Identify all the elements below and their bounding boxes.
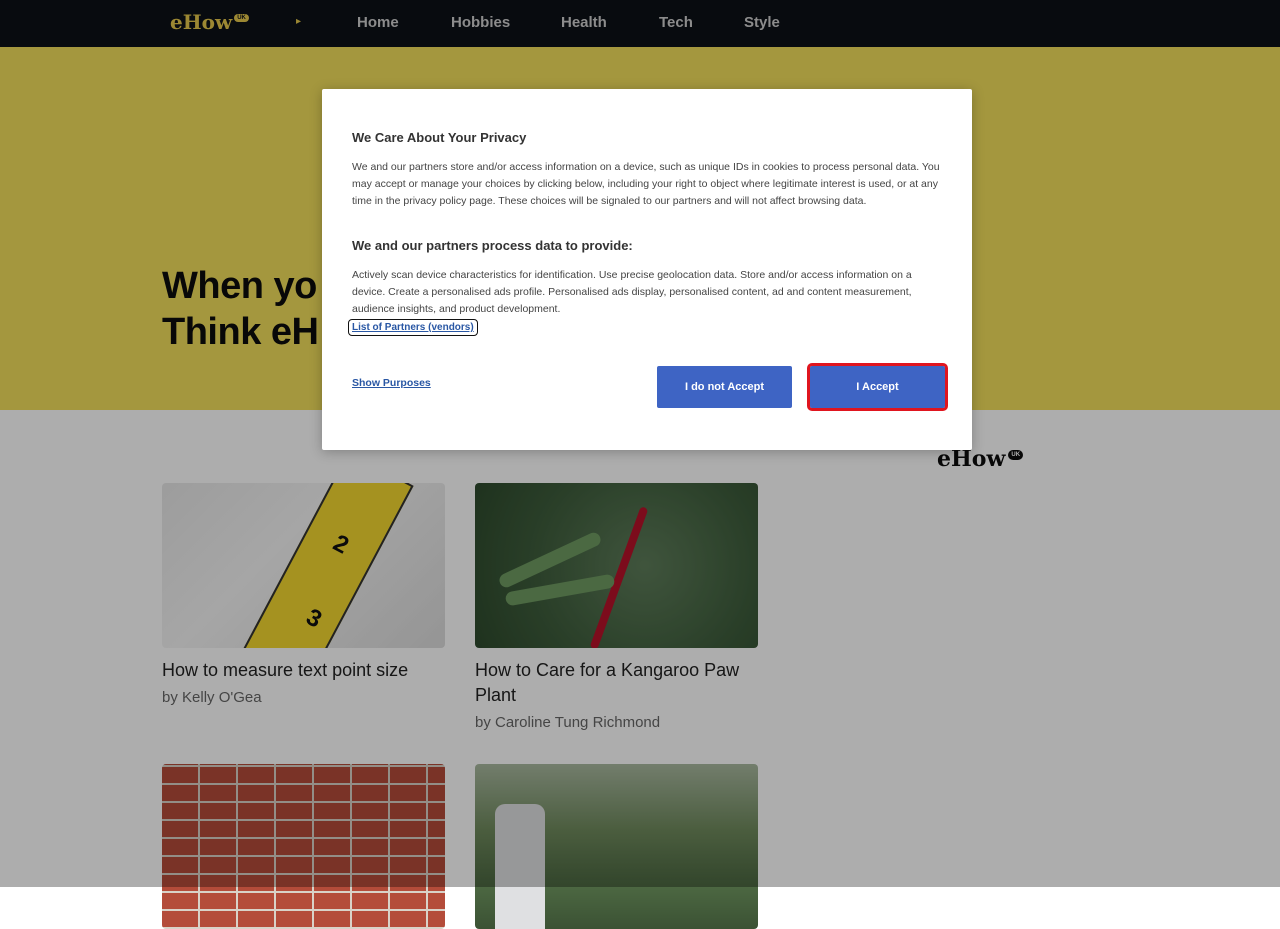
consent-heading: We Care About Your Privacy [352,130,527,145]
accept-button[interactable]: I Accept [807,363,948,411]
consent-body: We and our partners store and/or access … [352,161,940,207]
show-purposes-link[interactable]: Show Purposes [352,377,431,389]
partners-list-link[interactable]: List of Partners (vendors) [348,319,478,336]
privacy-consent-dialog: We Care About Your Privacy We and our pa… [322,89,972,450]
consent-subheading: We and our partners process data to prov… [352,238,633,253]
consent-purposes: Actively scan device characteristics for… [352,269,912,315]
reject-button[interactable]: I do not Accept [657,366,792,408]
